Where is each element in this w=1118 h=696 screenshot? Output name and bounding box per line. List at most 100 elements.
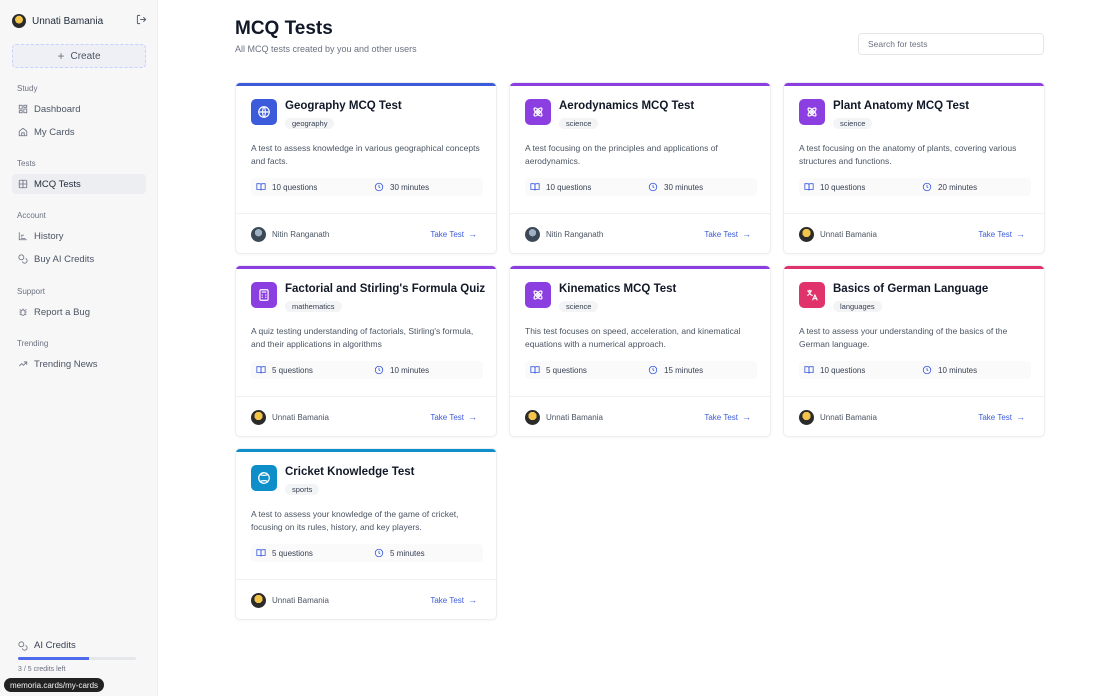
question-count-label: 10 questions xyxy=(546,182,592,192)
card-title: Basics of German Language xyxy=(833,283,989,295)
card-divider xyxy=(236,396,496,397)
book-icon xyxy=(804,365,820,375)
question-count-label: 10 questions xyxy=(272,182,318,192)
avatar xyxy=(799,410,814,425)
question-count: 10 questions xyxy=(256,182,374,192)
take-test-link[interactable]: Take Test → xyxy=(704,229,751,239)
card-tag: science xyxy=(559,118,599,129)
duration: 30 minutes xyxy=(374,182,429,192)
clock-icon xyxy=(648,182,664,192)
chart-icon xyxy=(18,231,28,241)
card-meta: 10 questions 10 minutes xyxy=(799,361,1031,379)
card-meta: 5 questions 5 minutes xyxy=(251,544,483,562)
card-author: Unnati Bamania xyxy=(799,227,877,242)
test-card[interactable]: Kinematics MCQ Test science This test focu… xyxy=(509,265,771,437)
card-description: A quiz testing understanding of factoria… xyxy=(251,326,474,349)
author-name: Unnati Bamania xyxy=(820,413,877,422)
sidebar-item-mcq-tests[interactable]: MCQ Tests xyxy=(12,174,146,194)
card-meta: 10 questions 30 minutes xyxy=(525,178,757,196)
ai-credits-panel: AI Credits 3 / 5 credits left xyxy=(18,640,148,673)
avatar xyxy=(251,227,266,242)
sidebar-item-my-cards[interactable]: My Cards xyxy=(12,122,146,142)
duration-label: 10 minutes xyxy=(938,365,978,375)
section-label-account: Account xyxy=(17,211,46,220)
take-test-link[interactable]: Take Test → xyxy=(978,412,1025,422)
duration-label: 15 minutes xyxy=(664,365,704,375)
card-divider xyxy=(784,213,1044,214)
test-card[interactable]: Basics of German Language languages A test… xyxy=(783,265,1045,437)
user-name: Unnati Bamania xyxy=(32,15,104,27)
card-author: Unnati Bamania xyxy=(251,593,329,608)
clock-icon xyxy=(374,548,390,558)
author-name: Unnati Bamania xyxy=(546,413,603,422)
test-card[interactable]: Geography MCQ Test geography A test to ass… xyxy=(235,82,497,254)
card-accent-bar xyxy=(784,266,1044,269)
create-button[interactable]: + Create xyxy=(12,44,146,68)
author-name: Unnati Bamania xyxy=(272,413,329,422)
avatar xyxy=(525,227,540,242)
question-count-label: 10 questions xyxy=(820,182,866,192)
take-test-link[interactable]: Take Test → xyxy=(704,412,751,422)
duration-label: 20 minutes xyxy=(938,182,978,192)
test-card[interactable]: Factorial and Stirling's Formula Quiz mat… xyxy=(235,265,497,437)
duration: 10 minutes xyxy=(922,365,977,375)
grid-icon xyxy=(18,104,28,114)
arrow-right-icon: → xyxy=(468,229,477,239)
take-test-link[interactable]: Take Test → xyxy=(430,595,477,605)
test-card[interactable]: Aerodynamics MCQ Test science A test focus… xyxy=(509,82,771,254)
atom-icon xyxy=(799,99,825,125)
card-meta: 10 questions 20 minutes xyxy=(799,178,1031,196)
take-test-link[interactable]: Take Test → xyxy=(430,412,477,422)
card-tag: sports xyxy=(285,484,320,495)
sidebar-item-report-bug[interactable]: Report a Bug xyxy=(12,302,146,322)
avatar xyxy=(799,227,814,242)
book-icon xyxy=(256,365,272,375)
coins-icon xyxy=(18,254,28,264)
take-test-link[interactable]: Take Test → xyxy=(430,229,477,239)
credits-progress-fill xyxy=(18,657,89,660)
card-title: Kinematics MCQ Test xyxy=(559,283,677,295)
card-author: Unnati Bamania xyxy=(799,410,877,425)
sidebar-item-history[interactable]: History xyxy=(12,226,146,246)
user-profile[interactable]: Unnati Bamania xyxy=(12,12,148,30)
card-description: A test to assess your knowledge of the g… xyxy=(251,509,459,532)
logout-icon[interactable] xyxy=(134,14,148,28)
card-title: Aerodynamics MCQ Test xyxy=(559,100,695,112)
sidebar-item-label: Trending News xyxy=(34,358,98,370)
arrow-right-icon: → xyxy=(468,595,477,605)
take-test-label: Take Test xyxy=(978,412,1012,422)
card-tag: languages xyxy=(833,301,882,312)
card-description: A test focusing on the principles and ap… xyxy=(525,143,718,166)
page-subtitle: All MCQ tests created by you and other u… xyxy=(235,44,417,54)
question-count: 10 questions xyxy=(804,365,922,375)
ball-icon xyxy=(251,465,277,491)
sidebar-item-trending-news[interactable]: Trending News xyxy=(12,354,146,374)
card-title: Plant Anatomy MCQ Test xyxy=(833,100,970,112)
take-test-link[interactable]: Take Test → xyxy=(978,229,1025,239)
clock-icon xyxy=(374,365,390,375)
card-tag: science xyxy=(559,301,599,312)
test-card[interactable]: Cricket Knowledge Test sports A test to as… xyxy=(235,448,497,620)
calculator-icon xyxy=(251,282,277,308)
card-author: Unnati Bamania xyxy=(525,410,603,425)
sidebar-item-buy-ai-credits[interactable]: Buy AI Credits xyxy=(12,249,146,269)
arrow-right-icon: → xyxy=(1016,229,1025,239)
sidebar: Unnati Bamania + Create Study Dashboard … xyxy=(0,0,158,696)
duration: 10 minutes xyxy=(374,365,429,375)
card-title: Geography MCQ Test xyxy=(285,100,402,112)
book-icon xyxy=(804,182,820,192)
take-test-label: Take Test xyxy=(704,229,738,239)
take-test-label: Take Test xyxy=(430,595,464,605)
card-author: Nitin Ranganath xyxy=(525,227,603,242)
duration-label: 30 minutes xyxy=(664,182,704,192)
question-count-label: 10 questions xyxy=(820,365,866,375)
sidebar-item-label: MCQ Tests xyxy=(34,178,81,190)
search-input[interactable] xyxy=(858,33,1044,55)
test-card[interactable]: Plant Anatomy MCQ Test science A test focu… xyxy=(783,82,1045,254)
ai-credits-label-row: AI Credits xyxy=(18,640,148,651)
avatar xyxy=(251,593,266,608)
clock-icon xyxy=(922,365,938,375)
ai-credits-label: AI Credits xyxy=(34,640,76,651)
sidebar-item-dashboard[interactable]: Dashboard xyxy=(12,99,146,119)
card-meta: 10 questions 30 minutes xyxy=(251,178,483,196)
